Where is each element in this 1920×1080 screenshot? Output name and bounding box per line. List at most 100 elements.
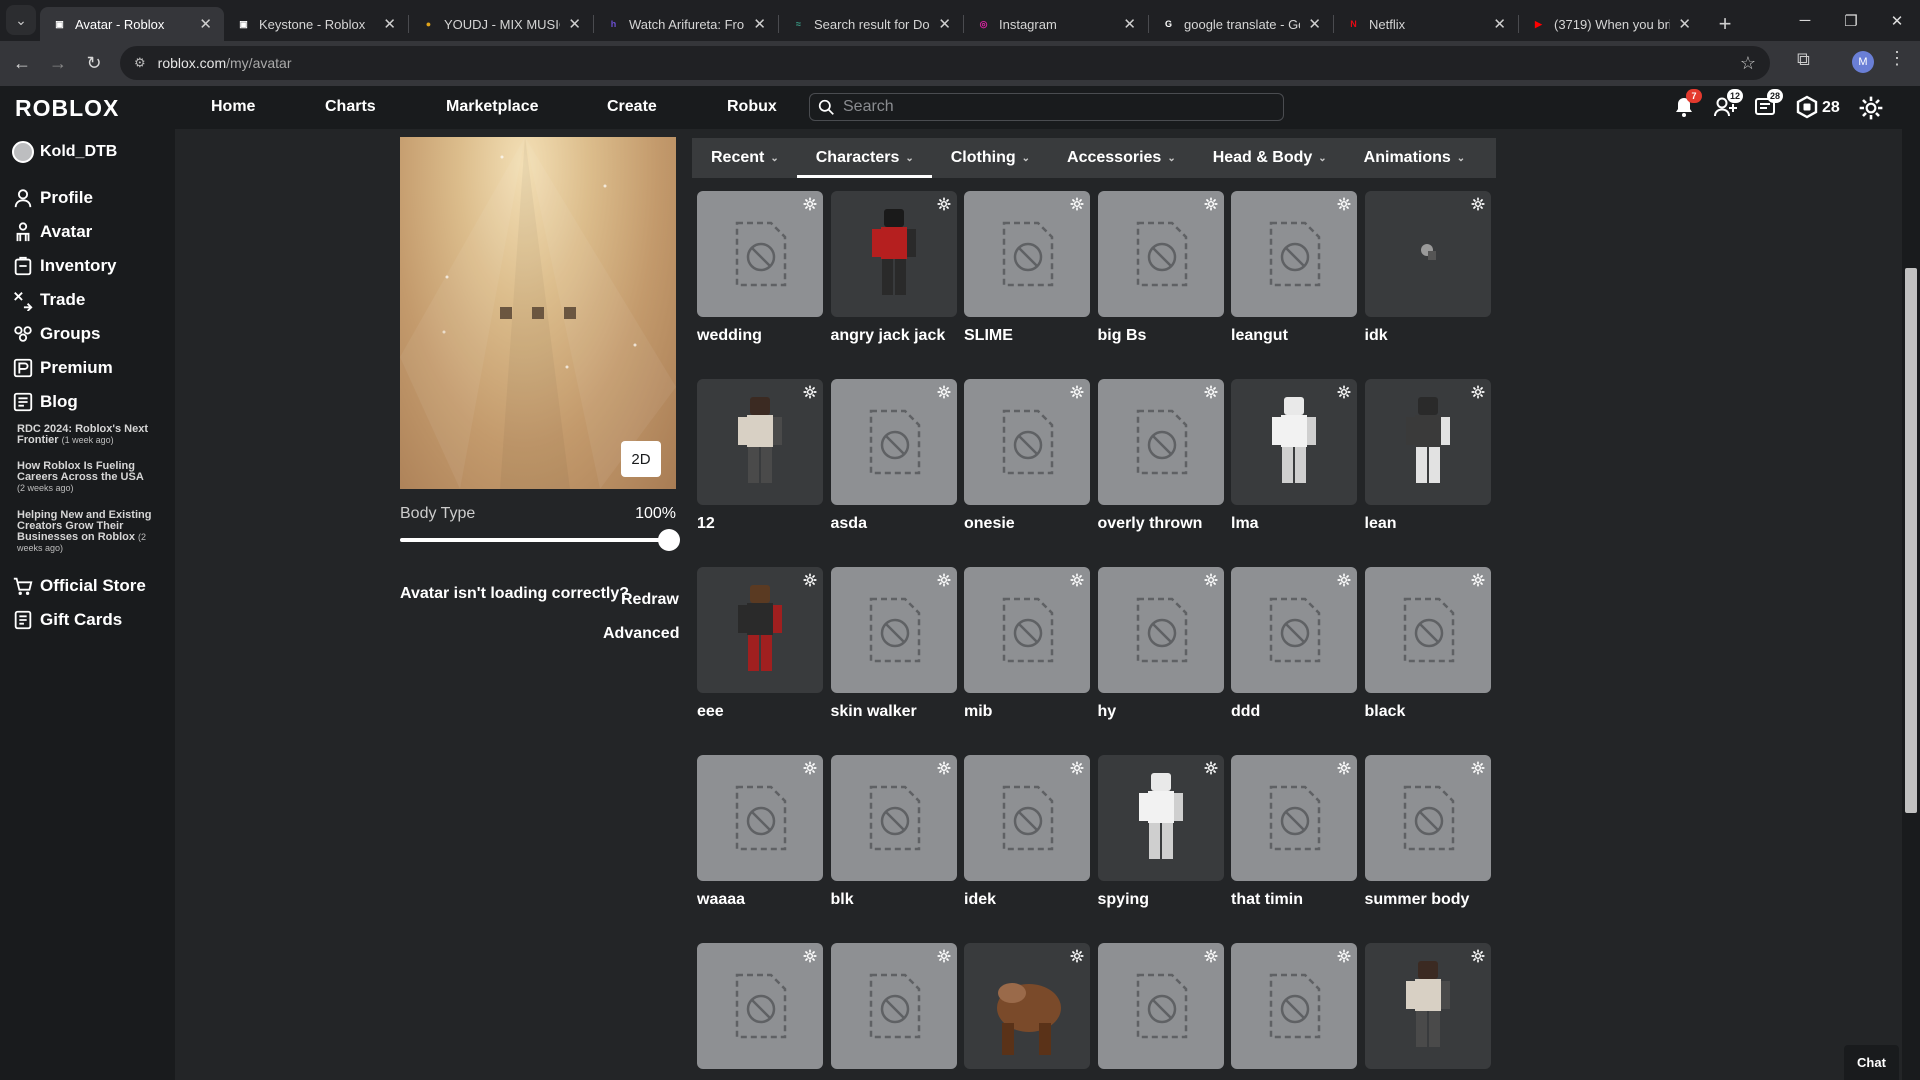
character-thumbnail-frame[interactable] xyxy=(697,755,823,881)
browser-tab[interactable]: ▣ Keystone - Roblox ✕ xyxy=(224,7,408,41)
character-thumbnail-frame[interactable] xyxy=(697,191,823,317)
redraw-link[interactable]: Redraw xyxy=(621,591,679,609)
gear-icon[interactable] xyxy=(1337,573,1351,587)
messages-icon[interactable]: 28 xyxy=(1753,89,1784,121)
character-name[interactable]: big Bs xyxy=(1098,324,1224,347)
character-name[interactable]: spying xyxy=(1098,888,1224,911)
character-thumbnail-frame[interactable] xyxy=(1097,755,1224,881)
chat-button[interactable]: Chat xyxy=(1844,1045,1899,1080)
gear-icon[interactable] xyxy=(1471,949,1485,963)
gear-icon[interactable] xyxy=(1204,573,1218,587)
character-thumbnail-frame[interactable] xyxy=(1364,379,1491,505)
roblox-logo[interactable]: ROBLOX xyxy=(15,95,119,122)
back-button[interactable]: ← xyxy=(8,50,36,78)
gear-icon[interactable] xyxy=(803,949,817,963)
browser-menu-icon[interactable]: ⋮ xyxy=(1888,48,1906,69)
sidebar-item-gift-cards[interactable]: Gift Cards xyxy=(12,609,122,631)
sidebar-item-avatar[interactable]: Avatar xyxy=(12,221,92,243)
character-thumbnail-frame[interactable] xyxy=(697,567,823,693)
tab-head-body[interactable]: Head & Body ⌄ xyxy=(1194,138,1345,178)
character-name[interactable]: lma xyxy=(1231,512,1357,535)
close-tab-icon[interactable]: ✕ xyxy=(1308,15,1321,33)
character-thumbnail-frame[interactable] xyxy=(1231,379,1357,505)
search-input[interactable]: Search xyxy=(809,93,1284,121)
robux-balance[interactable]: 28 xyxy=(1822,99,1840,117)
character-thumbnail-frame[interactable] xyxy=(1364,191,1491,317)
browser-tab[interactable]: ◎ Instagram ✕ xyxy=(964,7,1148,41)
character-name[interactable]: mib xyxy=(964,700,1090,723)
character-thumbnail-frame[interactable] xyxy=(830,567,957,693)
blog-post-link[interactable]: Helping New and Existing Creators Grow T… xyxy=(17,510,152,554)
extensions-icon[interactable]: ⧉ xyxy=(1797,49,1810,70)
close-tab-icon[interactable]: ✕ xyxy=(199,15,212,33)
address-bar[interactable]: ⚙ roblox.com/my/avatar ☆ xyxy=(120,46,1770,80)
tab-animations[interactable]: Animations ⌄ xyxy=(1345,138,1484,178)
gear-icon[interactable] xyxy=(1204,197,1218,211)
gear-icon[interactable] xyxy=(1204,385,1218,399)
browser-tab[interactable]: ▣ Avatar - Roblox ✕ xyxy=(40,7,224,41)
bookmark-star-icon[interactable]: ☆ xyxy=(1740,53,1756,74)
character-thumbnail-frame[interactable] xyxy=(1097,567,1224,693)
close-tab-icon[interactable]: ✕ xyxy=(383,15,396,33)
slider-knob[interactable] xyxy=(658,529,680,551)
character-name[interactable]: blk xyxy=(831,888,957,911)
settings-gear-icon[interactable] xyxy=(1858,95,1884,121)
gear-icon[interactable] xyxy=(1471,385,1485,399)
character-name[interactable]: eee xyxy=(697,700,823,723)
gear-icon[interactable] xyxy=(937,573,951,587)
notifications-icon[interactable]: 7 xyxy=(1672,89,1702,121)
gear-icon[interactable] xyxy=(1337,197,1351,211)
character-name[interactable]: leangut xyxy=(1231,324,1357,347)
forward-button[interactable]: → xyxy=(44,50,72,78)
character-name[interactable]: angry jack jack xyxy=(831,324,957,347)
gear-icon[interactable] xyxy=(803,761,817,775)
close-tab-icon[interactable]: ✕ xyxy=(1123,15,1136,33)
close-tab-icon[interactable]: ✕ xyxy=(1493,15,1506,33)
advanced-link[interactable]: Advanced xyxy=(603,625,679,643)
close-tab-icon[interactable]: ✕ xyxy=(568,15,581,33)
character-thumbnail-frame[interactable] xyxy=(830,755,957,881)
character-thumbnail-frame[interactable] xyxy=(1097,191,1224,317)
character-thumbnail-frame[interactable] xyxy=(697,379,823,505)
character-name[interactable]: that timin xyxy=(1231,888,1357,911)
avatar-viewer[interactable] xyxy=(400,137,676,489)
gear-icon[interactable] xyxy=(803,385,817,399)
gear-icon[interactable] xyxy=(1471,761,1485,775)
character-name[interactable]: black xyxy=(1365,700,1491,723)
browser-tab[interactable]: Ggoogle translate - Go ✕ xyxy=(1149,7,1333,41)
browser-tab[interactable]: N Netflix ✕ xyxy=(1334,7,1518,41)
gear-icon[interactable] xyxy=(1204,949,1218,963)
friends-icon[interactable]: 12 xyxy=(1713,89,1744,121)
sidebar-item-trade[interactable]: Trade xyxy=(12,289,85,311)
gear-icon[interactable] xyxy=(1070,385,1084,399)
nav-marketplace[interactable]: Marketplace xyxy=(446,98,539,116)
character-thumbnail-frame[interactable] xyxy=(1364,567,1491,693)
character-thumbnail-frame[interactable] xyxy=(1231,943,1357,1069)
blog-post-link[interactable]: How Roblox Is Fueling Careers Across the… xyxy=(17,461,152,494)
nav-home[interactable]: Home xyxy=(211,98,255,116)
close-tab-icon[interactable]: ✕ xyxy=(753,15,766,33)
character-thumbnail-frame[interactable] xyxy=(964,755,1090,881)
character-name[interactable]: lean xyxy=(1365,512,1491,535)
reload-button[interactable]: ↻ xyxy=(80,50,108,78)
gear-icon[interactable] xyxy=(1337,761,1351,775)
gear-icon[interactable] xyxy=(1471,197,1485,211)
gear-icon[interactable] xyxy=(1337,949,1351,963)
minimize-button[interactable]: ─ xyxy=(1782,0,1828,41)
gear-icon[interactable] xyxy=(1471,573,1485,587)
character-name[interactable]: SLIME xyxy=(964,324,1090,347)
browser-tab[interactable]: ▶ (3719) When you bri ✕ xyxy=(1519,7,1703,41)
character-name[interactable]: skin walker xyxy=(831,700,957,723)
character-name[interactable]: 12 xyxy=(697,512,823,535)
browser-tab[interactable]: h Watch Arifureta: From ✕ xyxy=(594,7,778,41)
robux-icon[interactable] xyxy=(1795,95,1821,121)
character-thumbnail-frame[interactable] xyxy=(1097,379,1224,505)
body-type-slider[interactable] xyxy=(400,529,680,551)
nav-charts[interactable]: Charts xyxy=(325,98,376,116)
blog-post-link[interactable]: RDC 2024: Roblox's Next Frontier (1 week… xyxy=(17,424,152,446)
restore-button[interactable]: ❐ xyxy=(1828,0,1874,41)
gear-icon[interactable] xyxy=(803,573,817,587)
site-info-icon[interactable]: ⚙ xyxy=(134,55,146,71)
profile-avatar[interactable]: M xyxy=(1852,51,1874,73)
nav-create[interactable]: Create xyxy=(607,98,657,116)
